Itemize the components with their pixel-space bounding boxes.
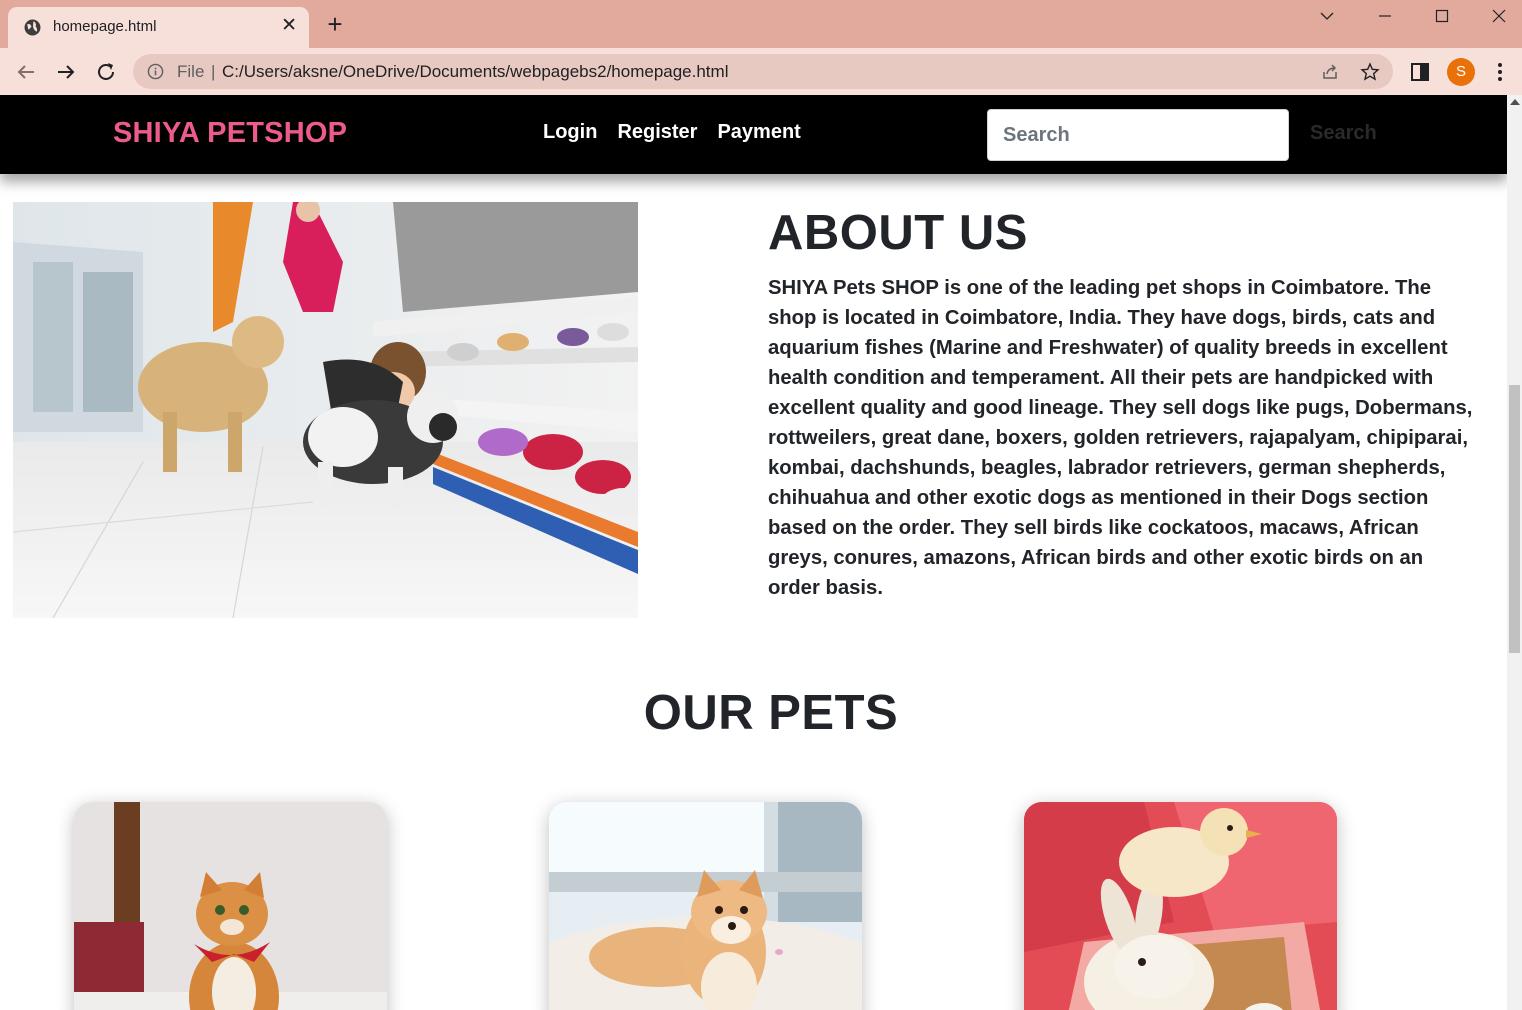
star-icon[interactable]	[1360, 62, 1380, 82]
pet-card-cat[interactable]	[74, 802, 387, 1010]
globe-icon	[24, 19, 41, 36]
about-text: SHIYA Pets SHOP is one of the leading pe…	[768, 277, 1473, 599]
page-viewport: SHIYA PETSHOP Login Register Payment Sea…	[0, 95, 1507, 1010]
close-icon[interactable]: ✕	[281, 16, 297, 36]
pet-card-bunny[interactable]	[1024, 802, 1337, 1010]
forward-arrow-icon[interactable]	[52, 58, 80, 86]
pet-card-dog[interactable]	[549, 802, 862, 1010]
avatar[interactable]: S	[1447, 58, 1475, 86]
search-input[interactable]	[987, 109, 1289, 161]
kebab-menu-icon[interactable]	[1489, 61, 1511, 83]
pet-image-dog	[549, 802, 862, 1010]
reload-icon[interactable]	[92, 58, 120, 86]
browser-toolbar: File | C:/Users/aksne/OneDrive/Documents…	[0, 48, 1522, 95]
nav-link-register[interactable]: Register	[617, 121, 697, 144]
back-arrow-icon[interactable]	[12, 58, 40, 86]
nav-links: Login Register Payment	[543, 121, 801, 144]
info-icon[interactable]	[147, 63, 164, 80]
pet-image-cat	[74, 802, 387, 1010]
nav-link-login[interactable]: Login	[543, 121, 597, 144]
brand-logo[interactable]: SHIYA PETSHOP	[113, 117, 347, 150]
tab-title: homepage.html	[53, 18, 157, 35]
chevron-down-icon[interactable]	[1307, 2, 1347, 30]
side-panel-icon[interactable]	[1409, 61, 1431, 83]
url-scheme: File	[177, 62, 205, 81]
browser-tab-strip: homepage.html ✕ +	[0, 0, 1522, 48]
page-scrollbar[interactable]	[1507, 95, 1522, 1010]
scroll-thumb[interactable]	[1509, 385, 1520, 653]
pets-title: OUR PETS	[643, 686, 899, 740]
url-separator: |	[211, 62, 216, 81]
pet-image-bunny-chick	[1024, 802, 1337, 1010]
about-image-petshop	[13, 202, 638, 618]
maximize-icon[interactable]	[1422, 2, 1462, 30]
plus-icon[interactable]: +	[322, 11, 348, 38]
share-icon[interactable]	[1320, 62, 1340, 82]
browser-tab[interactable]: homepage.html ✕	[8, 7, 309, 48]
site-navbar: SHIYA PETSHOP Login Register Payment Sea…	[0, 95, 1507, 174]
address-bar[interactable]: File | C:/Users/aksne/OneDrive/Documents…	[133, 54, 1393, 89]
minimize-icon[interactable]	[1365, 2, 1405, 30]
about-title: ABOUT US	[768, 206, 1028, 260]
nav-link-payment[interactable]: Payment	[717, 121, 800, 144]
close-window-icon[interactable]	[1479, 2, 1519, 30]
url-text[interactable]: C:/Users/aksne/OneDrive/Documents/webpag…	[222, 62, 728, 82]
scroll-up-arrow-icon[interactable]	[1510, 99, 1520, 105]
search-button[interactable]: Search	[1310, 122, 1377, 145]
